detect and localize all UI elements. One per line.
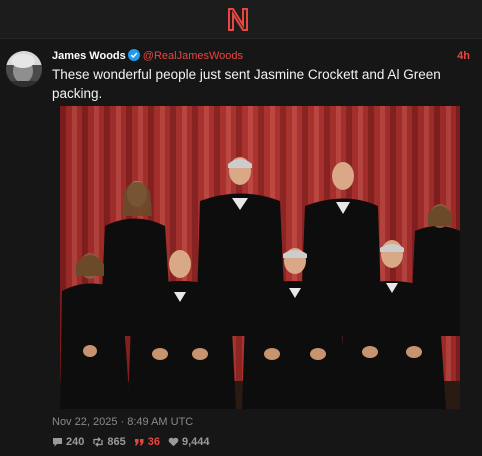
top-bar bbox=[0, 0, 482, 39]
retweet-count[interactable]: 865 bbox=[92, 435, 126, 449]
author-handle[interactable]: @RealJamesWoods bbox=[143, 50, 243, 62]
tweet-card[interactable]: James Woods @RealJamesWoods 4h These won… bbox=[0, 39, 482, 456]
tweet-time-ago[interactable]: 4h bbox=[457, 48, 470, 64]
tweet-header: James Woods @RealJamesWoods 4h bbox=[52, 48, 470, 64]
tweet-text: These wonderful people just sent Jasmine… bbox=[52, 67, 441, 101]
tweet-photo[interactable] bbox=[60, 106, 460, 409]
comment-icon bbox=[53, 438, 62, 447]
author-name[interactable]: James Woods bbox=[52, 50, 126, 62]
tweet-stats: 240 865 36 9,444 bbox=[52, 435, 218, 449]
heart-icon bbox=[168, 437, 179, 447]
like-count-value: 9,444 bbox=[181, 436, 210, 448]
tweet-timestamp[interactable]: Nov 22, 2025 · 8:49 AM UTC bbox=[52, 415, 193, 429]
avatar[interactable] bbox=[6, 51, 42, 87]
like-count[interactable]: 9,444 bbox=[168, 435, 210, 449]
retweet-icon bbox=[93, 437, 104, 447]
quote-icon bbox=[134, 439, 144, 446]
reply-count-value: 240 bbox=[66, 436, 85, 448]
reply-count[interactable]: 240 bbox=[52, 435, 84, 449]
retweet-count-value: 865 bbox=[107, 436, 126, 448]
verified-badge-icon bbox=[127, 49, 140, 61]
nitter-logo-icon[interactable] bbox=[226, 6, 250, 32]
quote-count[interactable]: 36 bbox=[134, 435, 160, 449]
quote-count-value: 36 bbox=[147, 436, 160, 448]
